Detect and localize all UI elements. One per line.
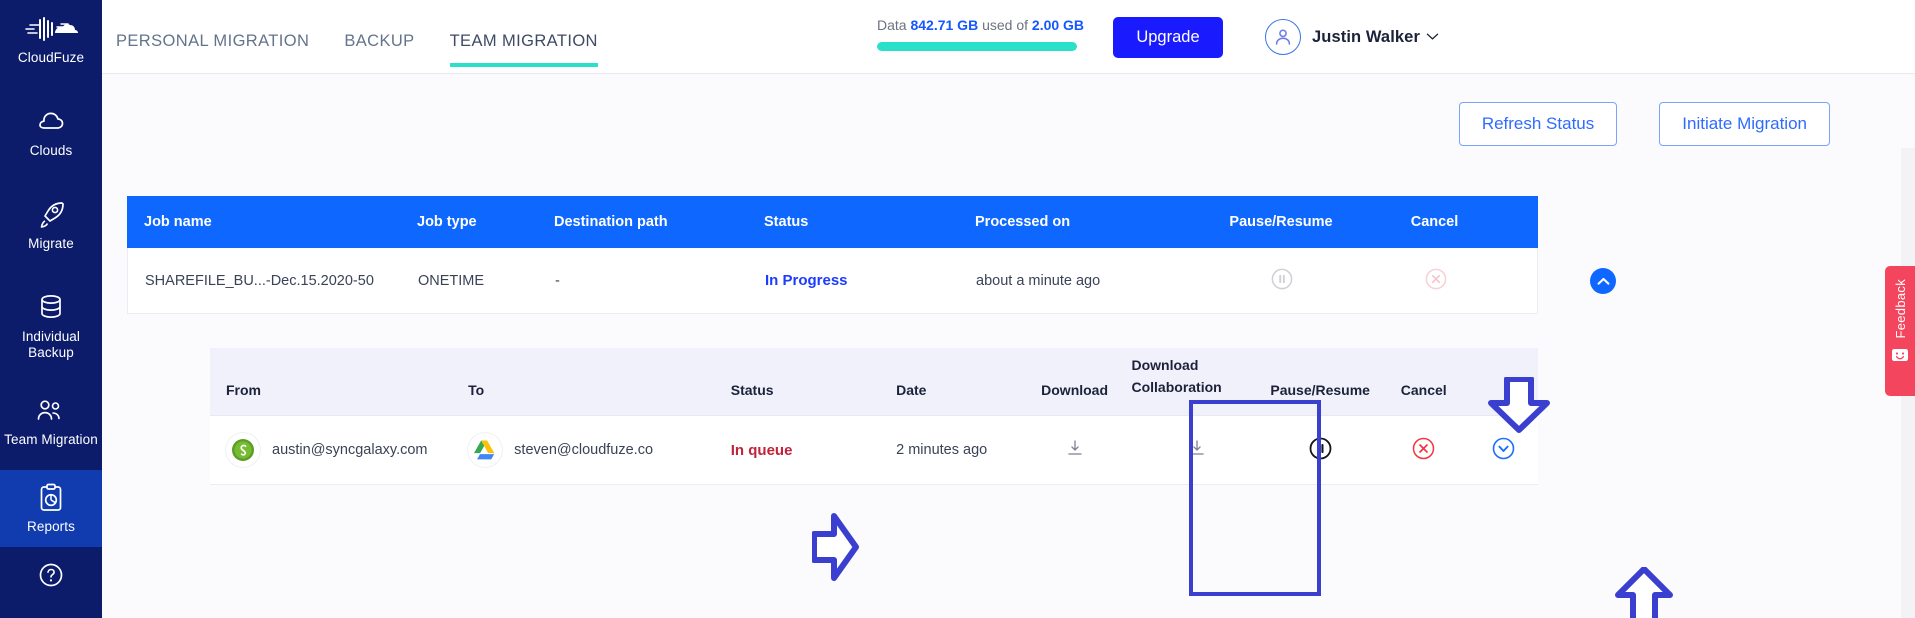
column-header-download: Download [1041,382,1109,398]
cell-from: austin@syncgalaxy.com [210,433,468,467]
sidebar-item-label: Individual Backup [21,329,81,360]
help-circle-icon [2,558,100,592]
rocket-icon [2,198,100,232]
data-usage: Data 842.71 GB used of 2.00 GB [877,17,1084,51]
column-header-cancel: Cancel [1410,214,1459,230]
tab-team-migration[interactable]: TEAM MIGRATION [449,32,599,67]
column-header-pause-resume: Pause/Resume [1270,382,1370,398]
sidebar-item-label: Team Migration [4,432,98,447]
feedback-tab[interactable]: Feedback [1885,266,1915,396]
sidebar-item-individual-backup[interactable]: Individual Backup [0,280,102,373]
people-icon [2,394,100,428]
cell-job-name: SHAREFILE_BU...-Dec.15.2020-50 [145,272,374,289]
cloudfuze-logo-icon [2,12,100,46]
database-icon [2,291,100,325]
column-header-status: Status [730,382,774,398]
cell-destination-path: - [555,272,560,289]
main-content: Refresh Status Initiate Migration Job na… [102,74,1915,618]
status-badge: In queue [730,441,793,459]
cell-to: steven@cloudfuze.co [468,433,731,467]
pause-circle-icon-disabled[interactable] [1196,268,1368,294]
jobs-table-header: Job name Job type Destination path Statu… [127,196,1538,248]
initiate-migration-button[interactable]: Initiate Migration [1659,102,1830,146]
primary-tabs: PERSONAL MIGRATION BACKUP TEAM MIGRATION [116,0,633,74]
sidebar-item-clouds[interactable]: Clouds [0,94,102,171]
column-header-download-collaboration: Download Collaboration [1131,354,1262,398]
data-usage-text: Data 842.71 GB used of 2.00 GB [877,17,1084,33]
column-header-processed-on: Processed on [975,214,1071,230]
jobs-table: Job name Job type Destination path Statu… [127,196,1616,314]
profile-name: Justin Walker [1312,27,1420,46]
sidebar-item-migrate[interactable]: Migrate [0,187,102,264]
top-header: PERSONAL MIGRATION BACKUP TEAM MIGRATION… [102,0,1915,74]
cell-date: 2 minutes ago [896,442,988,458]
cell-job-type: ONETIME [418,272,485,289]
cloud-icon [2,105,100,139]
column-header-cancel: Cancel [1400,382,1447,398]
usage-progress-track [877,42,1077,51]
tab-backup[interactable]: BACKUP [344,32,414,67]
column-header-job-name: Job name [144,214,212,230]
sidebar-item-help[interactable] [0,547,102,608]
column-header-to: To [468,382,485,398]
usage-middle: used of [982,17,1029,33]
download-collab-line1: Download [1131,357,1199,373]
sidebar-item-label: Migrate [28,236,74,251]
column-header-destination-path: Destination path [554,214,668,230]
column-header-pause-resume: Pause/Resume [1229,214,1333,230]
cancel-circle-icon-disabled[interactable] [1368,268,1503,294]
cell-to-email: steven@cloudfuze.co [514,442,654,458]
detail-table-header: From To Status Date Download Download Co… [210,348,1538,416]
sidebar-item-label: Clouds [29,143,73,158]
upgrade-button[interactable]: Upgrade [1113,17,1223,58]
clipboard-chart-icon [2,481,100,515]
chevron-up-icon[interactable] [1590,268,1616,294]
table-row: austin@syncgalaxy.com steven@cloudfuze.c… [210,416,1538,485]
download-collab-line2: Collaboration [1131,379,1222,395]
column-header-status: Status [764,214,809,230]
status-badge: In Progress [765,272,848,289]
smiley-icon [1891,347,1909,368]
column-header-job-type: Job type [417,214,477,230]
usage-prefix: Data [877,17,907,33]
download-collaboration-icon[interactable] [1131,438,1262,462]
detail-table: From To Status Date Download Download Co… [210,348,1538,485]
sidebar: CloudFuze Clouds Migrate Individual Back… [0,0,102,618]
sidebar-item-team-migration[interactable]: Team Migration [0,383,102,460]
toolbar-actions: Refresh Status Initiate Migration [1458,102,1830,146]
column-header-date: Date [896,382,927,398]
usage-used: 842.71 GB [910,17,979,33]
sidebar-item-label: CloudFuze [17,50,85,65]
pause-circle-icon[interactable] [1263,437,1378,464]
sidebar-item-label: Reports [27,519,75,534]
cancel-circle-icon[interactable] [1378,437,1470,464]
google-drive-icon [468,433,503,467]
avatar [1265,19,1301,55]
sidebar-item-reports[interactable]: Reports [0,470,102,547]
chevron-down-icon[interactable] [1470,437,1538,464]
usage-progress-fill [877,42,1077,51]
table-row: SHAREFILE_BU...-Dec.15.2020-50 ONETIME -… [127,248,1538,314]
sharefile-icon [226,433,260,467]
column-header-from: From [226,382,261,398]
cell-from-email: austin@syncgalaxy.com [272,442,428,458]
sidebar-item-cloudfuze[interactable]: CloudFuze [0,0,102,80]
app-root: CloudFuze Clouds Migrate Individual Back… [0,0,1915,618]
refresh-status-button[interactable]: Refresh Status [1458,102,1618,146]
usage-total: 2.00 GB [1031,17,1085,33]
profile-menu[interactable]: Justin Walker [1265,19,1439,55]
feedback-label: Feedback [1892,279,1908,339]
chevron-down-icon [1426,28,1439,46]
cell-processed-on: about a minute ago [976,272,1101,289]
tab-personal-migration[interactable]: PERSONAL MIGRATION [116,32,309,67]
download-icon[interactable] [1018,438,1132,462]
